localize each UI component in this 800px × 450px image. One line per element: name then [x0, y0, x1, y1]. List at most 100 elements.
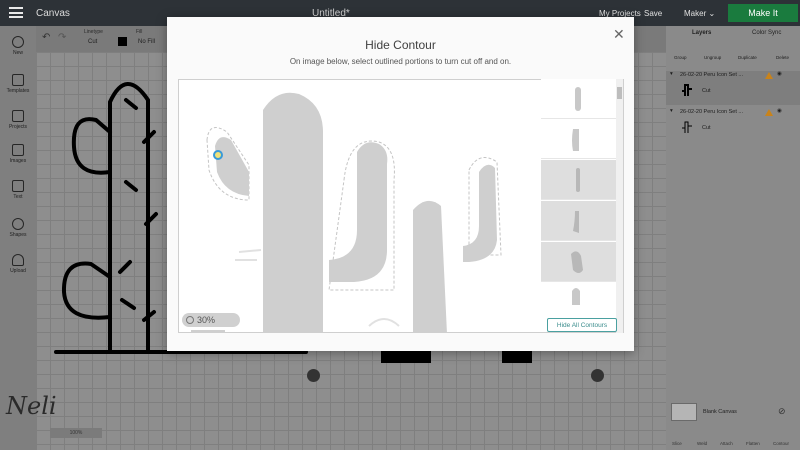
chevron-down-icon[interactable]: ▾ — [670, 71, 673, 77]
canvas-shape[interactable] — [381, 349, 431, 363]
chevron-down-icon[interactable]: ▾ — [670, 108, 673, 114]
sidebar-item-templates[interactable]: Templates — [0, 74, 36, 94]
warning-icon — [765, 72, 773, 79]
cactus-main-trunk — [108, 82, 150, 354]
app-title: Canvas — [36, 8, 70, 19]
fill-select[interactable]: No Fill — [138, 39, 155, 45]
dialog-subtitle: On image below, select outlined portions… — [289, 57, 512, 66]
sidebar-item-label: Projects — [8, 124, 28, 130]
make-it-button[interactable]: Make It — [728, 4, 798, 22]
eye-icon[interactable]: ◉ — [777, 108, 782, 114]
cursor-highlight-icon — [213, 150, 223, 160]
lock-handle-icon[interactable] — [307, 369, 320, 382]
sidebar-item-label: Text — [13, 194, 23, 200]
layer-item[interactable]: ▾ 26-02-20 Peru Icon Set ... ◉ Cut — [666, 71, 800, 105]
weld-button[interactable]: Weld — [697, 441, 707, 446]
horizontal-scrollbar[interactable] — [191, 330, 225, 332]
contour-shape-arm — [329, 142, 388, 282]
image-icon — [12, 144, 24, 156]
upload-icon — [12, 254, 24, 266]
duplicate-button[interactable]: Duplicate — [738, 55, 757, 60]
warning-icon — [765, 109, 773, 116]
eye-icon[interactable]: ◉ — [777, 71, 782, 77]
sidebar-item-text[interactable]: Text — [0, 180, 36, 200]
contour-shape-arm — [463, 164, 497, 262]
layer-linetype: Cut — [702, 88, 711, 94]
delete-button[interactable]: Delete — [776, 55, 789, 60]
fill-label: Fill — [136, 29, 143, 35]
canvas-zoom-control[interactable]: 100% — [50, 428, 102, 438]
contour-shape-arm — [215, 137, 249, 196]
contour-thumbnail[interactable] — [541, 79, 616, 119]
signature-watermark: Neli — [6, 392, 57, 420]
sidebar-item-label: Images — [9, 158, 27, 164]
magnifier-icon — [186, 316, 194, 324]
contour-thumbnail-list — [541, 79, 616, 312]
tab-color-sync[interactable]: Color Sync — [752, 30, 781, 36]
group-button[interactable]: Group — [674, 55, 687, 60]
left-sidebar: New Templates Projects Images Text Shape… — [0, 26, 36, 450]
save-link[interactable]: Save — [644, 9, 662, 18]
canvas-zoom-value: 100% — [69, 430, 83, 436]
layer-linetype: Cut — [702, 125, 711, 131]
cactus-thumbnail-icon — [680, 120, 694, 134]
attach-button[interactable]: Attach — [720, 441, 733, 446]
contour-thumbnail[interactable] — [541, 160, 616, 200]
grid-icon — [12, 110, 24, 122]
contour-thumbnail[interactable] — [541, 201, 616, 241]
layers-panel: Layers Color Sync Group Ungroup Duplicat… — [666, 26, 800, 450]
hide-all-contours-button[interactable]: Hide All Contours — [547, 318, 617, 332]
cactus-thumbnail-icon — [680, 83, 694, 97]
flatten-button[interactable]: Flatten — [746, 441, 760, 446]
sidebar-item-projects[interactable]: Projects — [0, 110, 36, 130]
sidebar-item-new[interactable]: New — [0, 36, 36, 56]
sidebar-item-label: Templates — [6, 88, 30, 94]
machine-select[interactable]: Maker ⌄ — [684, 9, 715, 18]
sidebar-item-label: Shapes — [9, 232, 27, 238]
linetype-select[interactable]: Cut — [88, 39, 97, 45]
sidebar-item-upload[interactable]: Upload — [0, 254, 36, 274]
linetype-color-swatch[interactable] — [118, 37, 127, 46]
contour-shape-trunk — [413, 200, 447, 332]
eye-off-icon[interactable]: ⊘ — [778, 406, 786, 417]
contour-button[interactable]: Contour — [773, 441, 789, 446]
linetype-label: Linetype — [84, 29, 103, 35]
cactus-upper-arm — [71, 117, 112, 175]
cactus-spines — [118, 98, 158, 322]
redo-icon[interactable]: ↷ — [58, 32, 66, 43]
preview-zoom-value: 30% — [197, 315, 216, 325]
chevron-down-icon: ⌄ — [708, 9, 716, 18]
menu-icon[interactable] — [9, 7, 23, 18]
sidebar-item-images[interactable]: Images — [0, 144, 36, 164]
undo-icon[interactable]: ↶ — [42, 32, 50, 43]
slice-button[interactable]: Slice — [672, 441, 682, 446]
canvas-shape[interactable] — [502, 349, 532, 363]
contour-shape-trunk — [263, 92, 323, 332]
shapes-icon — [12, 218, 24, 230]
dialog-title: Hide Contour — [365, 38, 436, 52]
plus-icon — [12, 36, 24, 48]
thumbnail-scrollbar[interactable] — [616, 79, 623, 333]
close-icon[interactable]: ✕ — [613, 26, 625, 43]
layer-item[interactable]: ▾ 26-02-20 Peru Icon Set ... ◉ Cut — [666, 108, 800, 142]
resize-handle-icon[interactable] — [591, 369, 604, 382]
contour-thumbnail[interactable] — [541, 283, 616, 312]
layer-name: 26-02-20 Peru Icon Set ... — [680, 109, 743, 115]
contour-outline — [368, 318, 400, 327]
layer-name: 26-02-20 Peru Icon Set ... — [680, 72, 743, 78]
sidebar-item-label: New — [12, 50, 23, 56]
machine-label: Maker — [684, 9, 707, 18]
contour-outline — [235, 249, 262, 261]
tab-layers[interactable]: Layers — [692, 30, 711, 36]
ungroup-button[interactable]: Ungroup — [704, 55, 721, 60]
text-icon — [12, 180, 24, 192]
shirt-icon — [12, 74, 24, 86]
cactus-lower-arm — [61, 261, 112, 320]
preview-zoom-indicator[interactable]: 30% — [182, 313, 240, 327]
sidebar-item-shapes[interactable]: Shapes — [0, 218, 36, 238]
scrollbar-thumb[interactable] — [617, 87, 622, 99]
blank-canvas-label: Blank Canvas — [703, 409, 737, 415]
contour-thumbnail[interactable] — [541, 119, 616, 159]
blank-canvas-swatch[interactable] — [671, 403, 697, 421]
contour-thumbnail[interactable] — [541, 242, 616, 282]
